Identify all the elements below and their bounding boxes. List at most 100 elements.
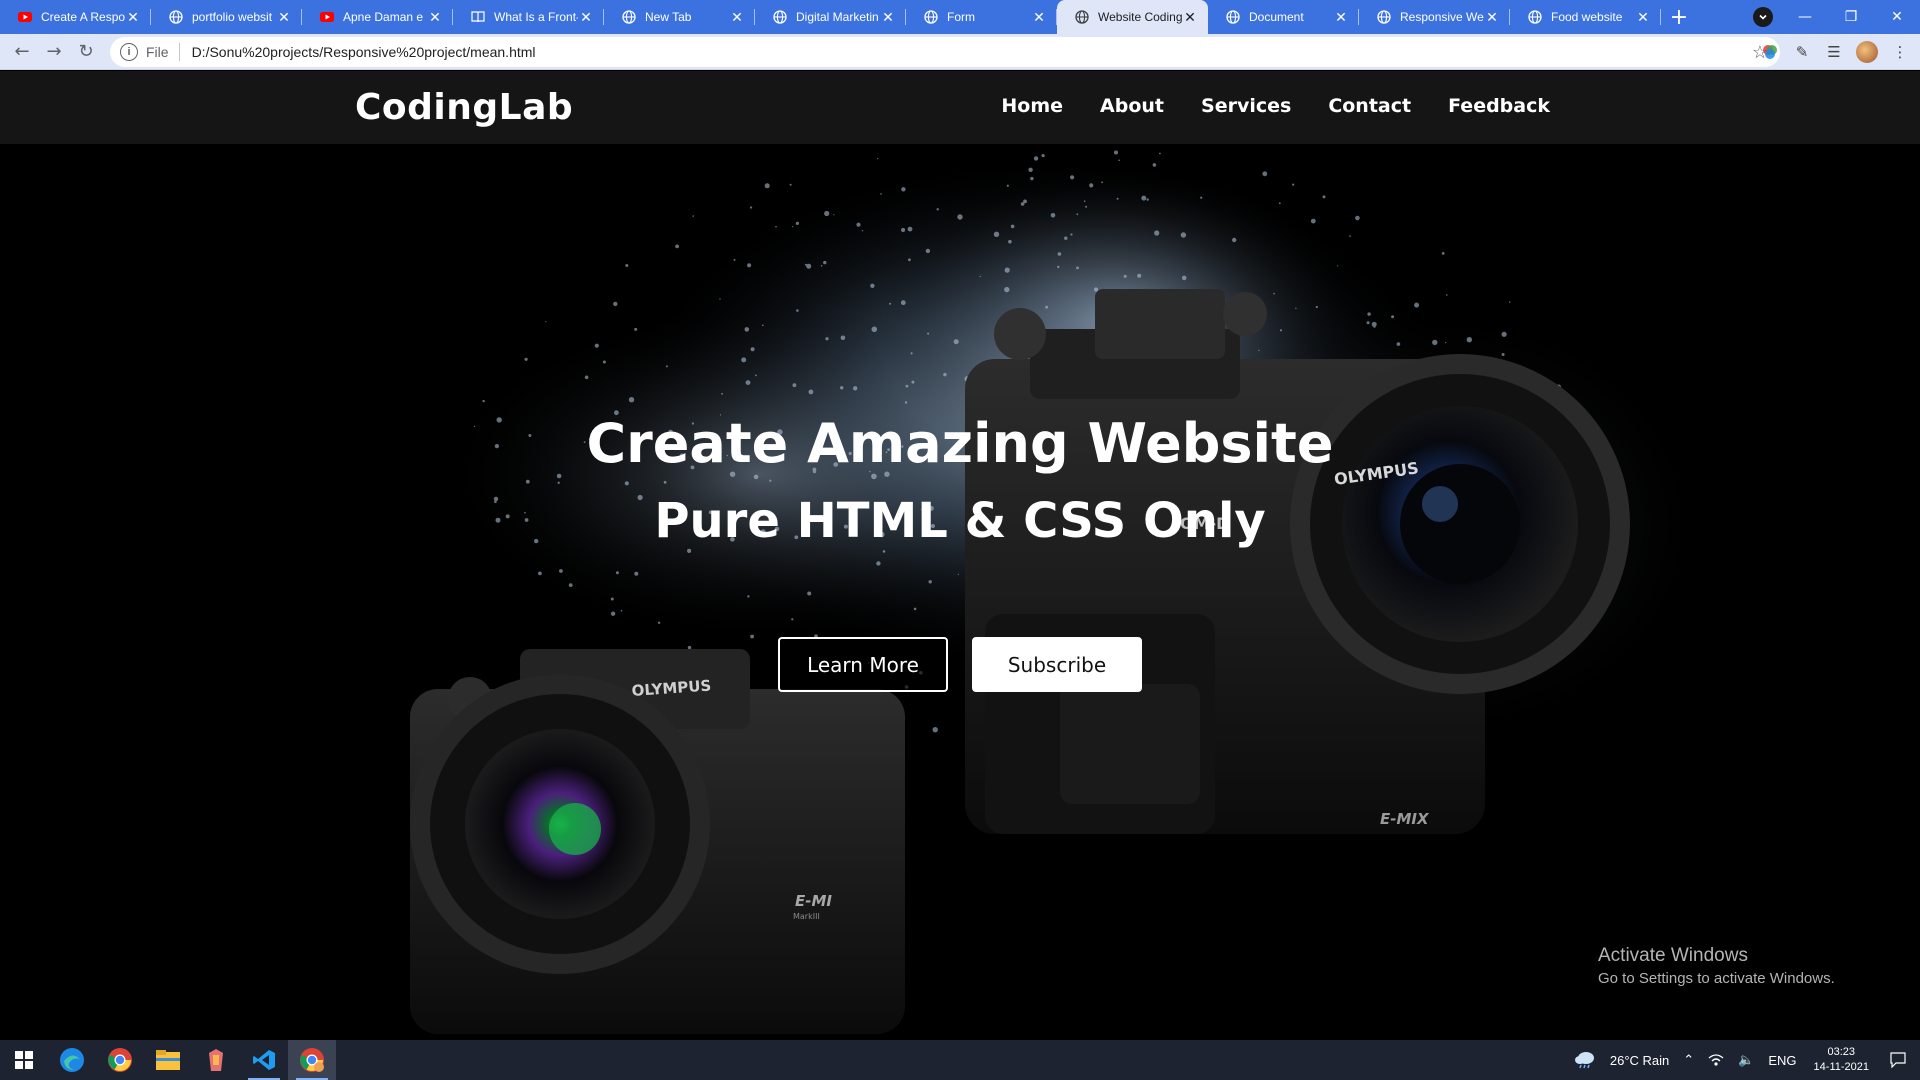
powder-speck — [628, 397, 635, 403]
tab-title: Digital Marketin — [796, 10, 879, 24]
vscode-icon[interactable] — [240, 1040, 288, 1080]
powder-speck — [1279, 329, 1283, 332]
powder-speck — [634, 571, 639, 576]
powder-speck — [1070, 175, 1075, 180]
nav-link-services[interactable]: Services — [1201, 95, 1291, 117]
info-icon[interactable]: i — [120, 43, 138, 61]
powder-speck — [1315, 305, 1318, 309]
tab-search-icon[interactable] — [1753, 7, 1773, 27]
powder-speck — [1076, 266, 1079, 270]
tab-close-icon[interactable]: ✕ — [578, 9, 594, 25]
reading-list-icon[interactable]: ☰ — [1824, 42, 1844, 62]
browser-tab[interactable]: Document ✕ — [1208, 0, 1359, 34]
forward-arrow-icon[interactable]: → — [38, 36, 70, 68]
nav-link-contact[interactable]: Contact — [1328, 95, 1411, 117]
file-explorer-icon[interactable] — [144, 1040, 192, 1080]
subscribe-button[interactable]: Subscribe — [972, 637, 1142, 692]
nav-link-home[interactable]: Home — [1001, 95, 1063, 117]
powder-speck — [1085, 205, 1088, 208]
tab-close-icon[interactable]: ✕ — [1182, 9, 1198, 25]
powder-speck — [795, 221, 800, 225]
powder-speck — [1050, 213, 1056, 218]
browser-tab[interactable]: portfolio websit ✕ — [151, 0, 302, 34]
address-bar[interactable]: i File D:/Sonu%20projects/Responsive%20p… — [110, 37, 1780, 67]
minimize-icon[interactable]: — — [1782, 0, 1828, 34]
tab-close-icon[interactable]: ✕ — [880, 9, 896, 25]
tab-close-icon[interactable]: ✕ — [1333, 9, 1349, 25]
powder-speck — [853, 386, 858, 391]
weather-text[interactable]: 26°C Rain — [1610, 1053, 1669, 1068]
powder-speck — [936, 208, 939, 211]
tray-chevron-up-icon[interactable]: ⌃ — [1683, 1052, 1694, 1068]
browser-tab[interactable]: Apne Daman e ✕ — [302, 0, 453, 34]
web-page: CodingLab Home About Services Contact Feedba… — [0, 71, 1920, 1039]
more-menu-icon[interactable]: ⋮ — [1890, 42, 1910, 62]
new-tab-button[interactable]: + — [1661, 0, 1697, 34]
chrome-active-icon[interactable] — [288, 1040, 336, 1080]
paint-3d-icon[interactable] — [192, 1040, 240, 1080]
window-controls: — ❐ ✕ — [1782, 0, 1920, 34]
address-url[interactable]: D:/Sonu%20projects/Responsive%20project/… — [192, 44, 536, 60]
powder-speck — [820, 265, 823, 267]
browser-tab[interactable]: Website Coding ✕ — [1057, 0, 1208, 34]
profile-avatar[interactable] — [1856, 41, 1878, 63]
windows-taskbar: 26°C Rain ⌃ 🔈 ENG 03:23 14-11-2021 — [0, 1040, 1920, 1080]
tab-close-icon[interactable]: ✕ — [1484, 9, 1500, 25]
powder-speck — [1258, 349, 1260, 352]
powder-speck — [1004, 267, 1010, 273]
tab-close-icon[interactable]: ✕ — [729, 9, 745, 25]
back-arrow-icon[interactable]: ← — [6, 36, 38, 68]
powder-speck — [1349, 235, 1351, 237]
close-window-icon[interactable]: ✕ — [1874, 0, 1920, 34]
powder-speck — [1093, 287, 1099, 292]
powder-speck — [1501, 353, 1505, 356]
tab-close-icon[interactable]: ✕ — [276, 9, 292, 25]
powder-speck — [559, 569, 563, 573]
language-indicator[interactable]: ENG — [1768, 1053, 1796, 1068]
browser-tab[interactable]: New Tab ✕ — [604, 0, 755, 34]
powder-speck — [1391, 315, 1395, 319]
browser-tab[interactable]: Create A Respon ✕ — [0, 0, 151, 34]
powder-speck — [889, 302, 892, 305]
volume-icon[interactable]: 🔈 — [1738, 1052, 1754, 1068]
system-clock[interactable]: 03:23 14-11-2021 — [1814, 1045, 1869, 1075]
hero-title: Create Amazing Website — [586, 412, 1334, 475]
tab-close-icon[interactable]: ✕ — [125, 9, 141, 25]
powder-speck — [911, 380, 915, 384]
nav-link-feedback[interactable]: Feedback — [1448, 95, 1550, 117]
color-extension-icon[interactable] — [1760, 42, 1780, 62]
powder-speck — [602, 360, 606, 364]
activate-windows-title: Activate Windows — [1598, 945, 1748, 966]
windows-start-icon[interactable] — [0, 1040, 48, 1080]
tab-close-icon[interactable]: ✕ — [427, 9, 443, 25]
powder-speck — [1057, 252, 1062, 256]
restore-icon[interactable]: ❐ — [1828, 0, 1874, 34]
nav-link-about[interactable]: About — [1100, 95, 1164, 117]
tab-close-icon[interactable]: ✕ — [1031, 9, 1047, 25]
hero-subtitle: Pure HTML & CSS Only — [654, 493, 1266, 549]
puzzle-extensions-icon[interactable]: ✎ — [1792, 42, 1812, 62]
browser-tab[interactable]: Food website ✕ — [1510, 0, 1661, 34]
edge-browser-icon[interactable] — [48, 1040, 96, 1080]
chrome-icon[interactable] — [96, 1040, 144, 1080]
powder-speck — [1466, 337, 1473, 343]
browser-tab[interactable]: Responsive Web ✕ — [1359, 0, 1510, 34]
browser-tab[interactable]: Digital Marketin ✕ — [755, 0, 906, 34]
site-logo[interactable]: CodingLab — [355, 87, 573, 128]
browser-tab[interactable]: What Is a Front- ✕ — [453, 0, 604, 34]
notifications-icon[interactable] — [1890, 1052, 1906, 1068]
powder-speck — [789, 183, 792, 186]
powder-speck — [1278, 202, 1281, 205]
network-icon[interactable] — [1708, 1053, 1724, 1067]
tab-close-icon[interactable]: ✕ — [1635, 9, 1651, 25]
powder-speck — [1116, 197, 1119, 200]
powder-speck — [856, 222, 861, 227]
browser-tab-strip: Create A Respon ✕ portfolio websit ✕ Apne Da… — [0, 0, 1920, 34]
browser-tab[interactable]: Form ✕ — [906, 0, 1057, 34]
weather-cloud-icon[interactable] — [1574, 1051, 1596, 1069]
reload-icon[interactable]: ↻ — [70, 36, 102, 68]
powder-speck — [663, 480, 667, 484]
powder-speck — [1023, 199, 1027, 204]
learn-more-button[interactable]: Learn More — [778, 637, 948, 692]
powder-speck — [840, 386, 844, 390]
